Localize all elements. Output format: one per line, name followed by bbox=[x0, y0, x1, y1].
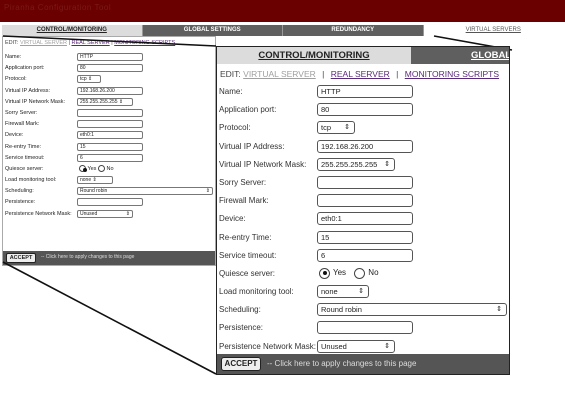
pmask-value: Unused bbox=[321, 341, 347, 351]
quiesce-no-label: No bbox=[368, 268, 379, 278]
updown-arrow-icon: ⇕ bbox=[344, 124, 350, 132]
form-zoomed: Name: HTTP Application port: 80 Protocol: t… bbox=[219, 83, 509, 356]
reentry-input[interactable]: 15 bbox=[317, 230, 413, 244]
device-label: Device: bbox=[219, 214, 246, 224]
updown-arrow-icon: ⇕ bbox=[496, 306, 502, 314]
updown-arrow-icon: ⇕ bbox=[384, 160, 390, 168]
quiesce-radio-group: Yes No bbox=[319, 267, 385, 279]
scheduling-label: Scheduling: bbox=[219, 305, 261, 315]
persistence-label: Persistence: bbox=[219, 323, 264, 333]
updown-arrow-icon: ⇕ bbox=[358, 288, 364, 296]
lmt-label: Load monitoring tool: bbox=[219, 287, 294, 297]
accept-hint: -- Click here to apply changes to this p… bbox=[267, 359, 417, 368]
scheduling-value: Round robin bbox=[321, 305, 362, 315]
lmt-select[interactable]: none ⇕ bbox=[317, 285, 369, 299]
link-real-server[interactable]: REAL SERVER bbox=[331, 69, 390, 79]
link-virtual-server[interactable]: VIRTUAL SERVER bbox=[243, 69, 316, 79]
reentry-label: Re-entry Time: bbox=[219, 232, 272, 242]
separator: | bbox=[322, 69, 325, 79]
pmask-label: Persistence Network Mask: bbox=[219, 341, 316, 351]
name-label: Name: bbox=[219, 87, 243, 96]
quiesce-yes-radio[interactable] bbox=[319, 267, 330, 279]
timeout-label: Service timeout: bbox=[219, 250, 277, 260]
persistence-input[interactable] bbox=[317, 321, 413, 335]
sorry-input[interactable] bbox=[317, 175, 413, 189]
lmt-value: none bbox=[321, 287, 338, 297]
port-label: Application port: bbox=[219, 105, 277, 115]
zoom-line-top-left bbox=[2, 35, 217, 47]
pmask-select[interactable]: Unused ⇕ bbox=[317, 339, 395, 353]
vip-mask-select[interactable]: 255.255.255.255 ⇕ bbox=[317, 157, 395, 171]
link-monitoring-scripts[interactable]: MONITORING SCRIPTS bbox=[405, 69, 499, 79]
zoom-line-bottom-left bbox=[2, 261, 217, 375]
protocol-label: Protocol: bbox=[219, 123, 251, 133]
separator: | bbox=[396, 69, 399, 79]
updown-arrow-icon: ⇕ bbox=[384, 342, 390, 350]
zoomed-form-panel: CONTROL/MONITORING GLOBAL EDIT: VIRTUAL … bbox=[216, 46, 510, 375]
zoom-tab-control-monitoring[interactable]: CONTROL/MONITORING bbox=[217, 47, 411, 64]
device-input[interactable]: eth0:1 bbox=[317, 212, 413, 226]
fwmark-label: Firewall Mark: bbox=[219, 196, 269, 206]
accept-bar: ACCEPT -- Click here to apply changes to… bbox=[217, 354, 509, 374]
quiesce-no-radio[interactable] bbox=[354, 267, 366, 279]
name-input[interactable]: HTTP bbox=[317, 85, 413, 98]
vip-mask-label: Virtual IP Network Mask: bbox=[219, 159, 307, 169]
scheduling-select[interactable]: Round robin ⇕ bbox=[317, 303, 507, 317]
quiesce-label: Quiesce server: bbox=[219, 268, 276, 278]
timeout-input[interactable]: 6 bbox=[317, 248, 413, 262]
zoom-edit-links: EDIT: VIRTUAL SERVER | REAL SERVER | MON… bbox=[220, 69, 499, 79]
vip-input[interactable]: 192.168.26.200 bbox=[317, 139, 413, 153]
vip-label: Virtual IP Address: bbox=[219, 141, 285, 151]
edit-label: EDIT: bbox=[220, 69, 241, 79]
port-input[interactable]: 80 bbox=[317, 103, 413, 117]
sorry-label: Sorry Server: bbox=[219, 177, 267, 187]
zoom-tab-bar: CONTROL/MONITORING GLOBAL bbox=[217, 47, 509, 64]
protocol-value: tcp bbox=[321, 123, 332, 133]
accept-button[interactable]: ACCEPT bbox=[221, 357, 261, 371]
zoom-tab-global[interactable]: GLOBAL bbox=[411, 47, 509, 64]
fwmark-input[interactable] bbox=[317, 194, 413, 208]
protocol-select[interactable]: tcp ⇕ bbox=[317, 121, 355, 135]
quiesce-yes-label: Yes bbox=[333, 268, 347, 278]
vip-mask-value: 255.255.255.255 bbox=[321, 159, 378, 169]
